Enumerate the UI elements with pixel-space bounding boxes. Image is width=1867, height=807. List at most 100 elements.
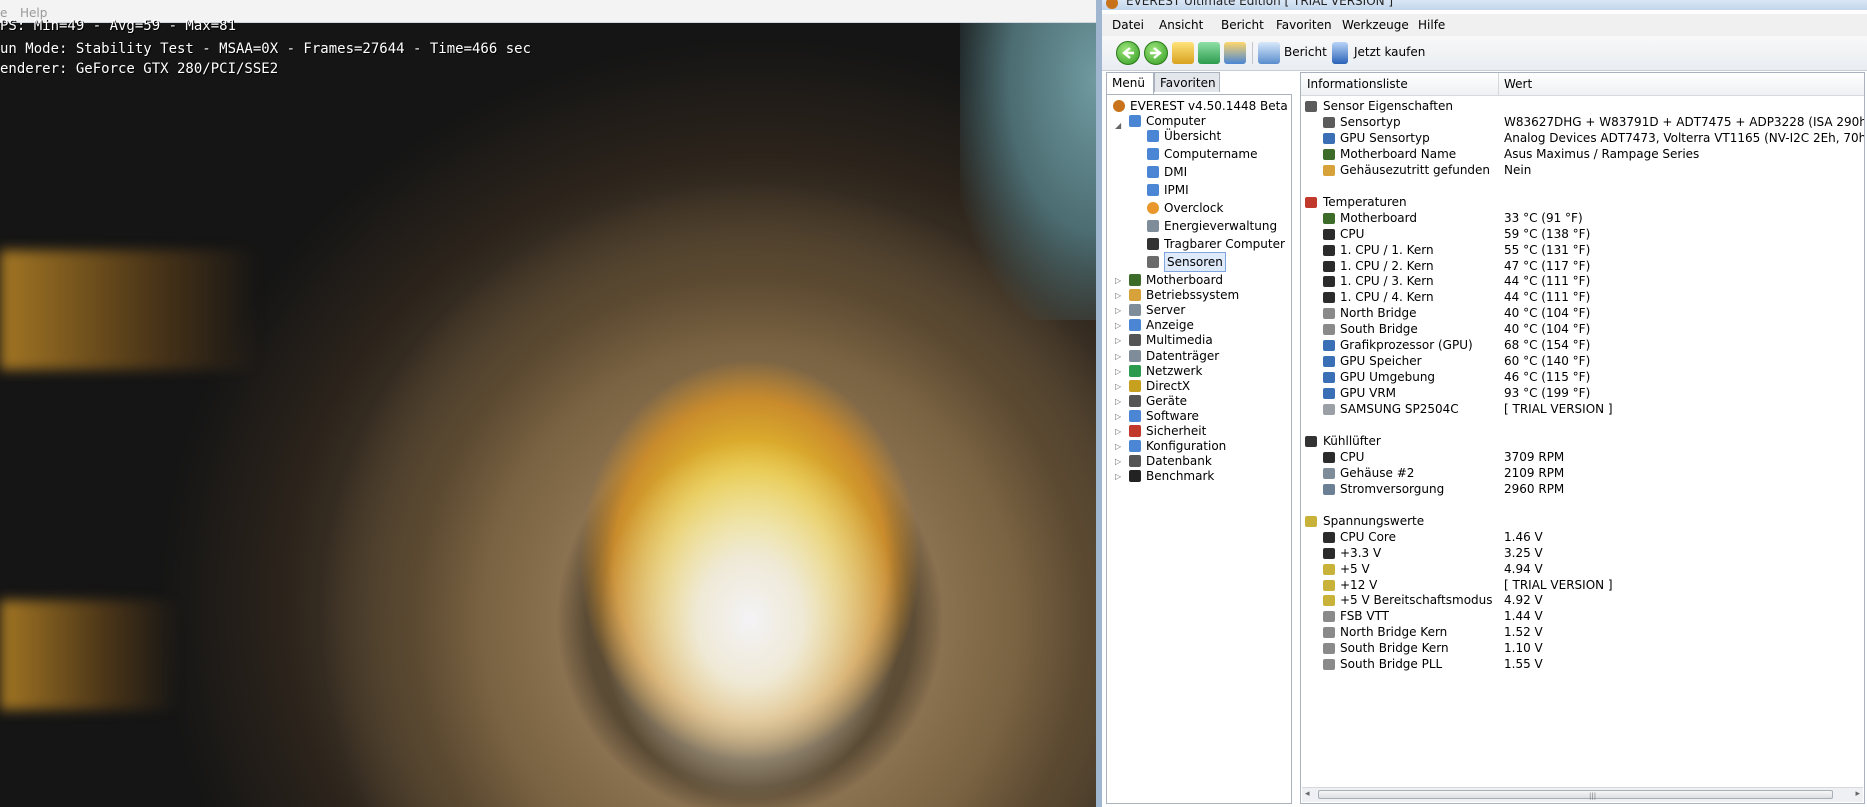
menu-favoriten[interactable]: Favoriten <box>1276 18 1332 32</box>
arrow-left-icon <box>1122 47 1134 59</box>
expand-icon[interactable]: ▷ <box>1115 472 1124 481</box>
display-icon <box>1129 319 1141 332</box>
config-icon <box>1129 440 1141 453</box>
security-icon <box>1129 425 1141 437</box>
toolbar-separator <box>1252 42 1253 64</box>
navigation-tree: EVEREST v4.50.1448 Beta ◢ Computer Übers… <box>1106 94 1292 804</box>
expand-icon[interactable]: ▷ <box>1115 321 1124 330</box>
field-value: 1.55 V <box>1504 657 1543 672</box>
expand-icon[interactable]: ▷ <box>1115 382 1124 391</box>
buy-now-button[interactable]: Jetzt kaufen <box>1354 45 1425 59</box>
chip-icon <box>1323 611 1335 623</box>
forward-button[interactable] <box>1144 41 1168 65</box>
field-name: SAMSUNG SP2504C <box>1340 402 1459 417</box>
thermometer-icon <box>1305 196 1317 208</box>
lock-icon <box>1323 164 1335 176</box>
tab-favorites[interactable]: Favoriten <box>1154 72 1220 92</box>
cart-icon[interactable] <box>1332 42 1348 64</box>
fan-icon <box>1305 435 1317 447</box>
chip-icon <box>1323 659 1335 671</box>
expand-icon[interactable]: ▷ <box>1115 412 1124 421</box>
tab-menu[interactable]: Menü <box>1106 72 1154 94</box>
os-icon <box>1129 289 1141 302</box>
column-header-field[interactable]: Informationsliste <box>1307 77 1408 91</box>
case-icon <box>1323 467 1335 479</box>
field-name: Stromversorgung <box>1340 481 1445 496</box>
fur-streak <box>0 600 180 710</box>
expand-icon[interactable]: ▷ <box>1115 442 1124 451</box>
up-folder-icon[interactable] <box>1172 42 1194 64</box>
menu-ansicht[interactable]: Ansicht <box>1159 18 1203 32</box>
menu-werkzeuge[interactable]: Werkzeuge <box>1342 18 1409 32</box>
scroll-left-icon[interactable]: ◂ <box>1305 789 1310 799</box>
field-value: 2960 RPM <box>1504 481 1565 496</box>
motherboard-icon <box>1129 274 1141 286</box>
voltage-icon <box>1323 563 1335 575</box>
refresh-icon[interactable] <box>1198 42 1220 64</box>
list-row[interactable]: South Bridge PLL 1.55 V <box>1301 655 1864 674</box>
expand-icon[interactable]: ▷ <box>1115 291 1124 300</box>
sensor-list: Informationsliste Wert Sensor Eigenschaf… <box>1300 72 1865 804</box>
expand-icon[interactable]: ▷ <box>1115 367 1124 376</box>
furmark-render-window: e Help PS: Min=49 - Avg=59 - Max=81 un M… <box>0 0 1096 807</box>
background-sky <box>960 20 1096 320</box>
horizontal-scrollbar[interactable]: ◂ ||| ▸ <box>1302 787 1863 802</box>
cpu-icon <box>1323 531 1335 543</box>
cpu-icon <box>1323 228 1335 240</box>
toolbar: Bericht Jetzt kaufen <box>1102 36 1867 71</box>
expand-icon[interactable]: ▷ <box>1115 427 1124 436</box>
cpu-icon <box>1323 260 1335 272</box>
devices-icon <box>1129 394 1141 407</box>
gpu-icon <box>1323 372 1335 384</box>
network-icon <box>1129 364 1141 377</box>
overview-icon <box>1147 130 1159 142</box>
storage-icon <box>1129 349 1141 362</box>
list-row[interactable]: Gehäusezutritt gefunden Nein <box>1301 161 1864 180</box>
expand-icon[interactable]: ▷ <box>1115 457 1124 466</box>
disk-icon <box>1323 404 1335 416</box>
expand-icon[interactable]: ▷ <box>1115 276 1124 285</box>
expand-icon[interactable]: ▷ <box>1115 336 1124 345</box>
back-button[interactable] <box>1116 41 1140 65</box>
expand-icon[interactable]: ▷ <box>1115 306 1124 315</box>
gpu-icon <box>1323 340 1335 352</box>
report-icon[interactable] <box>1258 42 1280 64</box>
field-name: Gehäusezutritt gefunden <box>1340 162 1491 177</box>
flame-icon <box>1147 202 1159 214</box>
menu-bericht[interactable]: Bericht <box>1221 18 1264 32</box>
report-button[interactable]: Bericht <box>1284 45 1327 59</box>
dmi-icon <box>1147 166 1159 178</box>
field-value: Nein <box>1504 162 1532 177</box>
cpu-icon <box>1323 292 1335 304</box>
collapse-icon[interactable]: ◢ <box>1115 121 1124 130</box>
server-icon <box>1129 304 1141 317</box>
cpu-icon <box>1323 547 1335 559</box>
scrollbar-thumb[interactable]: ||| <box>1318 790 1833 800</box>
menubar: Datei Ansicht Bericht Favoriten Werkzeug… <box>1102 14 1867 37</box>
power-icon <box>1147 220 1159 232</box>
column-divider[interactable] <box>1498 73 1499 95</box>
directx-icon <box>1129 379 1141 392</box>
menu-datei[interactable]: Datei <box>1112 18 1144 32</box>
list-row[interactable]: Stromversorgung 2960 RPM <box>1301 480 1864 499</box>
arrow-right-icon <box>1150 47 1162 59</box>
expand-icon[interactable]: ▷ <box>1115 397 1124 406</box>
database-icon <box>1129 455 1141 468</box>
sensor-icon <box>1323 116 1335 128</box>
motherboard-icon <box>1323 212 1335 224</box>
grip-icon: ||| <box>1589 792 1597 800</box>
list-row[interactable]: SAMSUNG SP2504C [ TRIAL VERSION ] <box>1301 400 1864 419</box>
panel-tabs: Menü Favoriten <box>1106 72 1292 94</box>
fur-streak <box>0 250 260 370</box>
power-icon <box>1323 483 1335 495</box>
column-header-value[interactable]: Wert <box>1504 77 1532 91</box>
users-icon[interactable] <box>1224 42 1246 64</box>
menu-hilfe[interactable]: Hilfe <box>1418 18 1445 32</box>
gpu-icon <box>1323 356 1335 368</box>
field-value: [ TRIAL VERSION ] <box>1504 402 1613 417</box>
everest-icon <box>1113 100 1125 112</box>
expand-icon[interactable]: ▷ <box>1115 352 1124 361</box>
scroll-right-icon[interactable]: ▸ <box>1855 789 1860 799</box>
laptop-icon <box>1147 238 1159 250</box>
chip-icon <box>1323 627 1335 639</box>
